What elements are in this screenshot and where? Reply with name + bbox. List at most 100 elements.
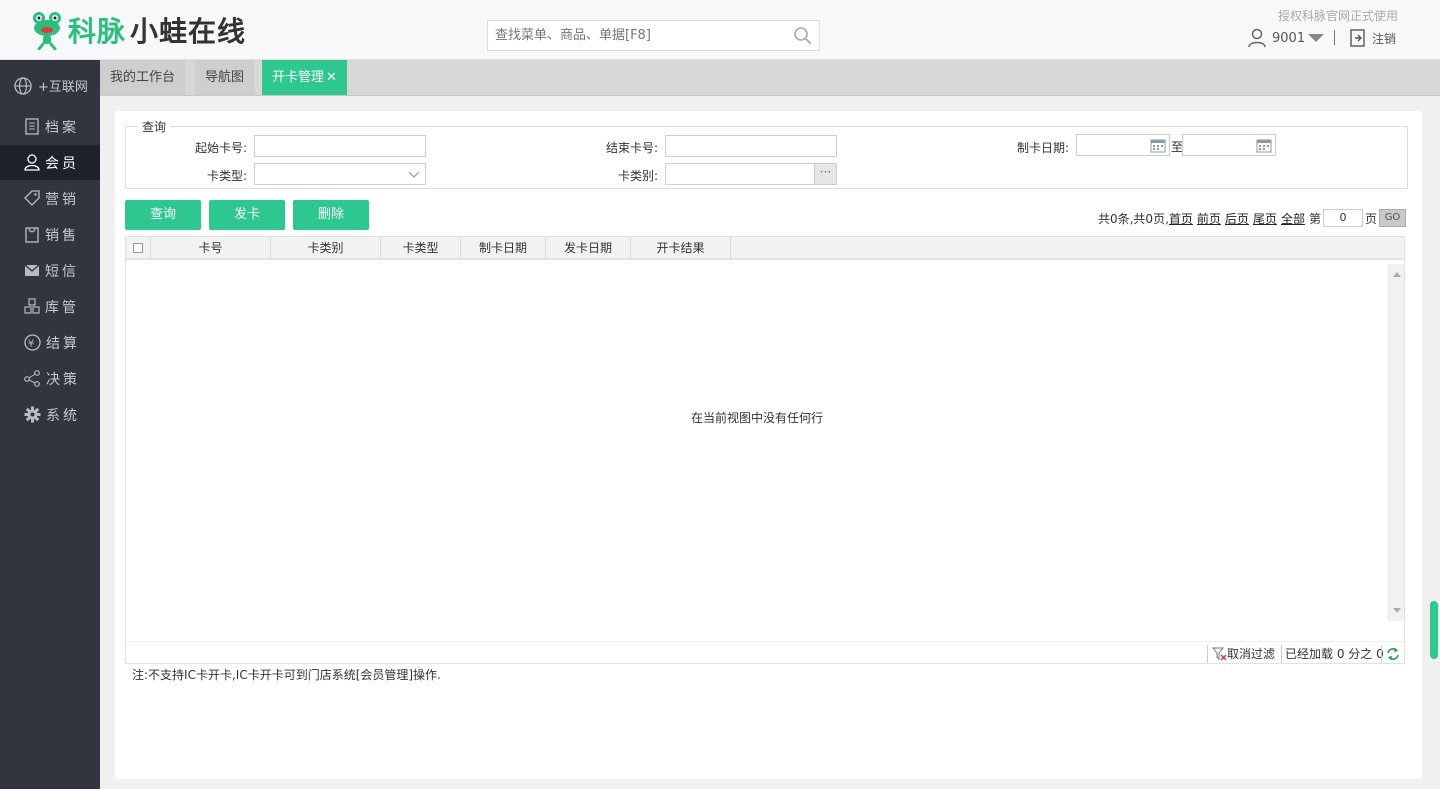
sidebar-item-label: 短信 <box>45 263 79 280</box>
svg-text:¥: ¥ <box>28 339 37 350</box>
grid-vertical-scrollbar[interactable] <box>1388 264 1404 621</box>
user-icon <box>1248 28 1266 48</box>
column-header-issue-date[interactable]: 发卡日期 <box>546 237 631 259</box>
sidebar-item-label: 系统 <box>46 407 80 424</box>
top-header: 科脉 小蛙在线 授权科脉官网正式使用 9001 注销 <box>0 0 1440 60</box>
pager-all-link[interactable]: 全部 <box>1281 210 1305 227</box>
card-category-label: 卡类别: <box>617 169 658 183</box>
tag-icon <box>24 190 40 206</box>
document-icon <box>25 118 39 135</box>
user-icon <box>24 154 40 171</box>
yen-icon: ¥ <box>24 334 41 351</box>
calendar-icon[interactable] <box>1150 137 1166 153</box>
page-scrollbar-thumb[interactable] <box>1430 601 1438 659</box>
grid-body: 在当前视图中没有任何行 <box>126 264 1388 620</box>
refresh-icon <box>1387 648 1399 660</box>
calendar-icon[interactable] <box>1256 137 1272 153</box>
pager: 共0条,共0页, 首页 前页 后页 尾页 全部 第 0 页 GO <box>1098 209 1406 227</box>
chevron-down-icon[interactable] <box>1308 34 1325 42</box>
tab-label: 开卡管理 <box>272 70 325 85</box>
sidebar-item-system[interactable]: 系统 <box>0 397 100 432</box>
ic-card-note: 注:不支持IC卡开卡,IC卡开卡可到门店系统[会员管理]操作. <box>132 668 441 682</box>
global-search[interactable] <box>487 20 820 51</box>
search-input[interactable] <box>488 21 778 50</box>
sidebar-item-archive[interactable]: 档案 <box>0 109 100 144</box>
user-menu[interactable]: 9001 <box>1248 28 1325 48</box>
card-category-input[interactable]: ··· <box>665 163 837 185</box>
query-legend: 查询 <box>142 120 167 134</box>
pager-page-suffix: 页 <box>1364 211 1377 226</box>
sidebar-item-internet[interactable]: +互联网 <box>0 68 100 103</box>
sidebar-item-label: 销售 <box>45 227 79 244</box>
divider <box>1334 30 1335 45</box>
scroll-down-icon[interactable] <box>1393 608 1401 613</box>
pager-last-link[interactable]: 尾页 <box>1253 210 1277 227</box>
tab-card-management[interactable]: 开卡管理 ✕ <box>262 60 347 95</box>
search-icon[interactable] <box>793 26 813 46</box>
card-category-picker-button[interactable]: ··· <box>814 164 836 184</box>
main-content: 查询 起始卡号: 结束卡号: 制卡日期: 至 卡类型: 卡类别: ··· 查询 … <box>115 111 1422 779</box>
sidebar-item-settlement[interactable]: ¥ 结算 <box>0 325 100 360</box>
column-header-card-no[interactable]: 卡号 <box>151 237 271 259</box>
go-button[interactable]: GO <box>1379 209 1406 227</box>
sidebar-item-label: +互联网 <box>38 80 88 95</box>
bag-icon <box>25 227 39 243</box>
logo-brand-text: 科脉 <box>68 15 127 48</box>
pager-first-link[interactable]: 首页 <box>1169 210 1193 227</box>
grid-header: 卡号 卡类别 卡类型 制卡日期 发卡日期 开卡结果 <box>126 237 1404 260</box>
pager-page-prefix: 第 <box>1308 211 1321 226</box>
card-type-label: 卡类型: <box>206 169 247 183</box>
delete-button[interactable]: 删除 <box>293 200 369 230</box>
end-card-label: 结束卡号: <box>605 141 658 155</box>
sidebar-item-decision[interactable]: 决策 <box>0 361 100 396</box>
select-all-checkbox[interactable] <box>133 243 143 253</box>
column-header-open-result[interactable]: 开卡结果 <box>631 237 731 259</box>
make-date-start-input[interactable] <box>1076 134 1170 156</box>
sidebar-item-sales[interactable]: 销售 <box>0 217 100 252</box>
start-card-label: 起始卡号: <box>194 141 247 155</box>
issue-card-button[interactable]: 发卡 <box>209 200 285 230</box>
column-header-make-date[interactable]: 制卡日期 <box>461 237 546 259</box>
sidebar-item-label: 营销 <box>45 191 79 208</box>
logout-button[interactable]: 注销 <box>1350 29 1396 47</box>
sidebar-item-label: 决策 <box>46 371 80 388</box>
column-header-card-category[interactable]: 卡类别 <box>271 237 381 259</box>
refresh-button[interactable] <box>1381 645 1401 663</box>
clear-filter-label: 取消过滤 <box>1227 647 1276 661</box>
tab-navigation-map[interactable]: 导航图 <box>195 60 255 95</box>
username: 9001 <box>1272 30 1306 46</box>
scroll-up-icon[interactable] <box>1393 272 1401 277</box>
card-type-select[interactable] <box>254 163 426 185</box>
pager-summary: 共0条,共0页, <box>1097 211 1169 226</box>
sidebar-item-sms[interactable]: 短信 <box>0 253 100 288</box>
select-all-cell <box>126 237 151 259</box>
frog-logo-icon <box>33 12 61 50</box>
empty-message: 在当前视图中没有任何行 <box>690 411 823 425</box>
page-number-input[interactable]: 0 <box>1322 209 1363 227</box>
tab-label: 我的工作台 <box>110 70 176 85</box>
logout-icon <box>1350 29 1365 47</box>
close-icon[interactable]: ✕ <box>326 70 337 85</box>
tab-my-workbench[interactable]: 我的工作台 <box>100 60 186 95</box>
chevron-down-icon[interactable] <box>407 167 421 181</box>
start-card-input[interactable] <box>254 135 426 157</box>
loaded-status: 已经加载 0 分之 0 <box>1281 645 1384 663</box>
make-date-end-input[interactable] <box>1182 134 1276 156</box>
pager-prev-link[interactable]: 前页 <box>1197 210 1221 227</box>
end-card-input[interactable] <box>665 135 837 157</box>
sidebar-item-label: 档案 <box>45 119 79 136</box>
card-grid: 卡号 卡类别 卡类型 制卡日期 发卡日期 开卡结果 在当前视图中没有任何行 取消… <box>125 236 1405 664</box>
boxes-icon <box>24 298 40 314</box>
query-button[interactable]: 查询 <box>125 200 201 230</box>
make-date-label: 制卡日期: <box>1016 141 1069 155</box>
sidebar-item-label: 会员 <box>45 155 79 172</box>
sidebar-item-member[interactable]: 会员 <box>0 145 100 180</box>
pager-next-link[interactable]: 后页 <box>1225 210 1249 227</box>
sidebar-item-marketing[interactable]: 营销 <box>0 181 100 216</box>
clear-filter-button[interactable]: 取消过滤 <box>1207 645 1275 663</box>
logo[interactable]: 科脉 小蛙在线 <box>30 10 246 50</box>
logo-product-text: 小蛙在线 <box>130 15 247 48</box>
column-header-card-type[interactable]: 卡类型 <box>381 237 461 259</box>
sidebar-item-inventory[interactable]: 库管 <box>0 289 100 324</box>
auth-notice: 授权科脉官网正式使用 <box>1277 9 1398 23</box>
